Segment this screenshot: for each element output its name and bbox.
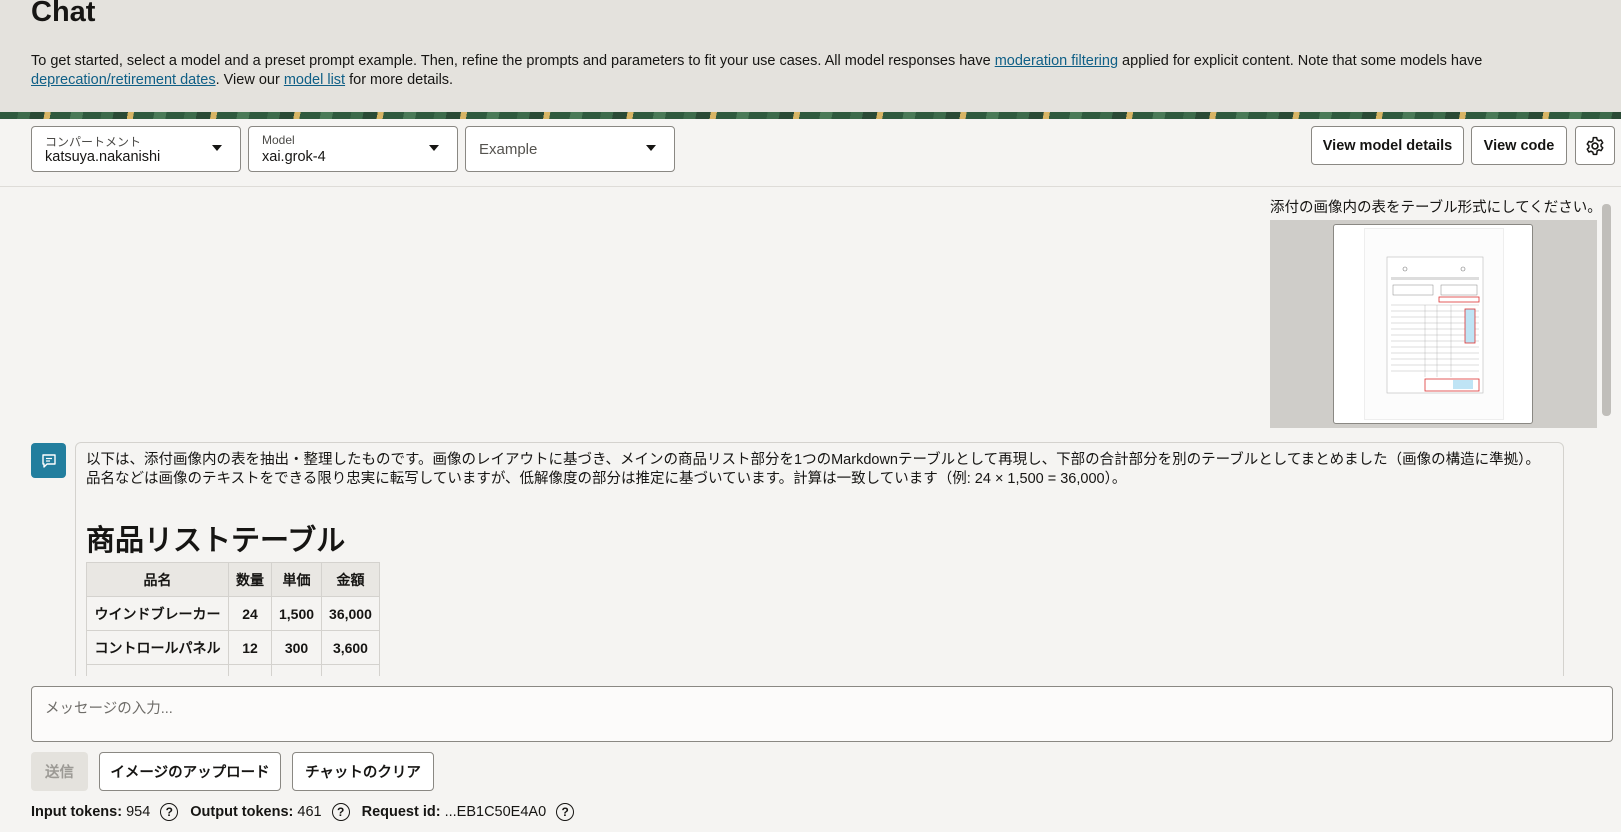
compartment-label: コンパートメント [45,135,142,149]
decorative-banner [0,112,1621,119]
table-cell [228,664,272,676]
view-code-button[interactable]: View code [1471,126,1567,165]
column-header: 数量 [228,562,272,597]
table-cell [321,664,380,676]
user-message: 添付の画像内の表をテーブル形式にしてください。 [1270,200,1602,216]
intro-text-part: applied for explicit content. Note that … [1118,53,1483,69]
model-select[interactable]: Model xai.grok-4 [248,126,458,172]
send-button[interactable]: 送信 [31,752,88,791]
table-cell: 3,600 [321,630,380,665]
column-header: 金額 [321,562,380,597]
intro-text-part: for more details. [345,72,454,88]
column-header: 単価 [270,562,323,597]
upload-image-button[interactable]: イメージのアップロード [99,752,281,791]
clear-chat-button[interactable]: チャットのクリア [292,752,434,791]
table-cell: 24 [228,596,272,631]
deprecation-dates-link[interactable]: deprecation/retirement dates [31,72,216,88]
compartment-select[interactable]: コンパートメント katsuya.nakanishi [31,126,241,172]
model-label: Model [262,133,295,147]
chevron-down-icon [212,145,222,151]
request-id: Request id: ...EB1C50E4A0 ? [362,803,575,821]
output-tokens-value: 461 [297,804,322,820]
table-cell: ウインドブレーカー [86,596,229,631]
example-placeholder: Example [479,141,538,158]
table-cell: 12 [228,630,272,665]
model-value: xai.grok-4 [262,149,326,165]
document-graphic [1386,256,1484,394]
settings-button[interactable] [1575,126,1615,165]
input-tokens: Input tokens: 954 ? [31,803,179,821]
page-header: Chat To get started, select a model and … [0,0,1621,112]
assistant-avatar [31,443,66,478]
table-header-row: 品名 数量 単価 金額 [86,562,380,597]
chat-scrollbar-thumb[interactable] [1602,204,1611,416]
output-tokens-label: Output tokens: [190,804,294,820]
toolbar: コンパートメント katsuya.nakanishi Model xai.gro… [0,119,1621,187]
table-cell [86,664,229,676]
assistant-message-heading: 商品リストテーブル [86,525,346,557]
compartment-value: katsuya.nakanishi [45,149,161,165]
chat-area: 添付の画像内の表をテーブル形式にしてください。 以下は、添付画像内の表を抽出・整… [0,188,1621,676]
token-info: Input tokens: 954 ? Output tokens: 461 ?… [31,803,586,821]
gear-icon [1586,136,1604,155]
page-title: Chat [31,0,96,28]
table-row: コントロールパネル 12 300 3,600 [86,630,380,665]
message-input[interactable] [32,687,1612,741]
table-row: ウインドブレーカー 24 1,500 36,000 [86,596,380,631]
assistant-message-text: 以下は、添付画像内の表を抽出・整理したものです。画像のレイアウトに基づき、メイン… [86,452,1540,487]
table-row [86,664,380,676]
document-thumbnail [1364,228,1504,420]
input-tokens-value: 954 [126,804,151,820]
chevron-down-icon [646,145,656,151]
table-cell: 1,500 [270,596,323,631]
input-tokens-label: Input tokens: [31,804,123,820]
intro-text-part: . View our [215,72,284,88]
table-cell: 36,000 [321,596,380,631]
output-tokens: Output tokens: 461 ? [190,803,350,821]
example-select[interactable]: Example [465,126,675,172]
intro-text-part: To get started, select a model and a pre… [31,53,995,69]
table-cell [270,664,323,676]
message-input-box [31,686,1613,742]
table-cell: 300 [270,630,323,665]
chevron-down-icon [429,145,439,151]
view-model-details-button[interactable]: View model details [1311,126,1464,165]
help-icon[interactable]: ? [331,803,350,821]
table-cell: コントロールパネル [86,630,229,665]
attached-image-area [1270,220,1597,428]
assistant-message: 以下は、添付画像内の表を抽出・整理したものです。画像のレイアウトに基づき、メイン… [75,442,1564,676]
model-list-link[interactable]: model list [284,72,345,88]
help-icon[interactable]: ? [556,803,575,821]
product-table: 品名 数量 単価 金額 ウインドブレーカー 24 1,500 36,000 コン… [86,562,380,676]
column-header: 品名 [86,562,229,597]
attached-image[interactable] [1333,224,1533,424]
request-id-label: Request id: [361,804,441,820]
moderation-filtering-link[interactable]: moderation filtering [995,53,1118,69]
intro-text: To get started, select a model and a pre… [31,52,1591,90]
help-icon[interactable]: ? [160,803,179,821]
chat-bubble-icon [41,453,56,468]
request-id-value: ...EB1C50E4A0 [444,804,547,820]
